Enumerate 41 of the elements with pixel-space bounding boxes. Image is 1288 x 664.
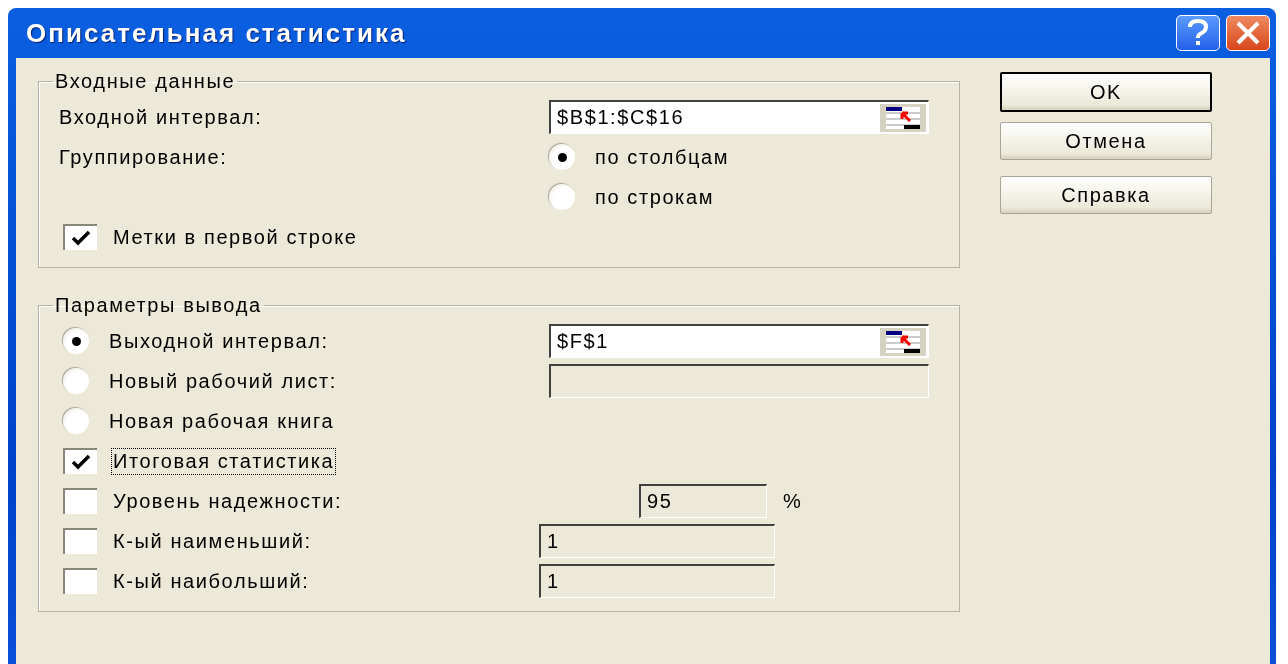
radio-label[interactable]: Выходной интервал: (109, 329, 329, 353)
radio-label[interactable]: Новая рабочая книга (109, 409, 335, 433)
field-label: Входной интервал: (59, 105, 264, 129)
checkbox[interactable] (63, 488, 97, 514)
range-picker-icon[interactable] (880, 103, 926, 132)
dialog-button[interactable]: Отмена (1000, 122, 1212, 160)
help-icon[interactable] (1176, 15, 1220, 51)
checkbox[interactable] (63, 224, 97, 250)
checkbox-label[interactable]: Уровень надежности: (113, 489, 343, 513)
radio-button[interactable] (63, 408, 89, 434)
radio-button[interactable] (63, 368, 89, 394)
radio-label[interactable]: по строкам (595, 185, 714, 209)
checkbox-label[interactable]: Метки в первой строке (113, 225, 358, 249)
sheet-name-field[interactable] (549, 364, 929, 398)
radio-label[interactable]: Новый рабочий лист: (109, 369, 337, 393)
dialog-button[interactable]: OK (1000, 72, 1212, 112)
close-icon[interactable] (1226, 15, 1270, 51)
checkbox[interactable] (63, 448, 97, 474)
check-icon (71, 230, 91, 246)
checkbox-label[interactable]: К-ый наименьший: (113, 529, 312, 553)
checkbox[interactable] (63, 568, 97, 594)
checkbox-label[interactable]: Итоговая статистика (113, 449, 335, 473)
check-icon (71, 454, 91, 470)
radio-button[interactable] (63, 328, 89, 354)
window-title: Описательная статистика (26, 17, 407, 49)
checkbox[interactable] (63, 528, 97, 554)
radio-button[interactable] (549, 184, 575, 210)
number-field[interactable]: 1 (539, 564, 775, 598)
radio-label[interactable]: по столбцам (595, 145, 730, 169)
range-picker-icon[interactable] (880, 327, 926, 356)
group-title: Параметры вывода (54, 294, 263, 317)
confidence-field[interactable]: 95 (639, 484, 767, 518)
dialog-button[interactable]: Справка (1000, 176, 1212, 214)
radio-button[interactable] (549, 144, 575, 170)
output-range-field[interactable]: $F$1 (549, 324, 929, 358)
field-label: Группирование: (59, 145, 229, 169)
number-field[interactable]: 1 (539, 524, 775, 558)
percent-label: % (783, 489, 803, 513)
group-title: Входные данные (54, 70, 237, 93)
input-range-field[interactable]: $B$1:$C$16 (549, 100, 929, 134)
checkbox-label[interactable]: К-ый наибольший: (113, 569, 310, 593)
